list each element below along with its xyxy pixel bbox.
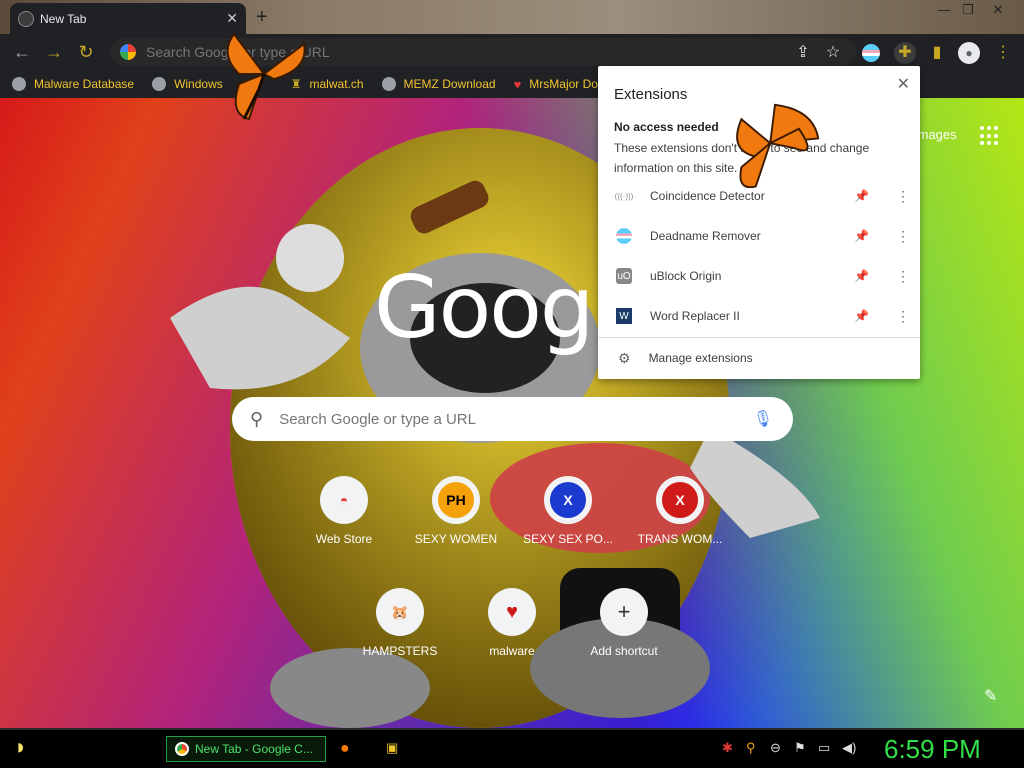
bookmark-memz-download[interactable]: MEMZ Download [381,77,496,91]
word-replacer-icon: W [616,308,632,324]
butterfly-icon [736,103,820,189]
extension-row-ublock-origin[interactable]: uO uBlock Origin 📌 ⋮ [598,256,920,296]
google-apps-grid-icon[interactable] [980,126,1000,146]
bookmark-star-icon[interactable]: ☆ [822,42,844,64]
heart-icon: ♥ [488,588,536,636]
shortcut-sexy-women[interactable]: PH SEXY WOMEN [401,476,511,546]
magnifier-tray-icon[interactable]: ⚲ [746,740,756,756]
back-button[interactable]: ← [6,36,38,68]
tab-title: New Tab [40,11,87,26]
title-bar: New Tab ✕ + — ❐ ✕ [0,0,1024,34]
close-icon[interactable]: ✕ [897,74,910,94]
shortcut-malware[interactable]: ♥ malware [457,588,567,658]
heart-icon: ♥ [513,76,522,92]
menu-kebab-icon[interactable]: ⋮ [992,42,1014,64]
profile-avatar-icon[interactable]: ● [958,42,980,64]
pin-icon[interactable]: 📌 [854,309,869,323]
tab-favicon-icon [18,10,34,27]
start-button[interactable]: ◗ [14,734,48,759]
status-tray-icon[interactable]: ⊖ [770,740,781,756]
x-red-icon: X [656,476,704,524]
butterfly-icon [226,32,306,121]
search-box[interactable]: ⚲ 🎙 [232,397,793,441]
pin-icon[interactable]: 📌 [854,189,869,203]
deadname-remover-icon: ≡ [616,228,632,244]
tab-new-tab[interactable]: New Tab ✕ [10,3,246,34]
customize-pencil-icon[interactable]: ✎ [984,686,997,706]
taskbar: ◗ New Tab - Google C... ● ▣ ✱ ⚲ ⊖ ⚑ ▭ ◀)… [0,728,1024,768]
add-shortcut-button[interactable]: + Add shortcut [569,588,679,658]
coincidence-detector-icon: (((·))) [614,191,634,201]
clock[interactable]: 6:59 PM [884,734,981,765]
globe-icon [12,77,26,91]
taskbar-item-chrome[interactable]: New Tab - Google C... [166,736,326,762]
extension-row-deadname-remover[interactable]: ≡ Deadname Remover 📌 ⋮ [598,216,920,256]
volume-tray-icon[interactable]: ◀) [842,740,856,756]
maximize-button[interactable]: ❐ [956,2,980,20]
side-panel-icon[interactable]: ▮ [926,42,948,64]
google-icon [120,44,136,60]
reload-button[interactable]: ↻ [70,36,102,68]
web-store-icon: ◓ [320,476,368,524]
close-window-button[interactable]: ✕ [986,2,1010,20]
shortcut-sexy-sex-po[interactable]: X SEXY SEX PO... [513,476,623,546]
browser-toolbar: ← → ↻ ⇪ ☆ ✚ ▮ ● ⋮ [0,34,1024,70]
more-options-icon[interactable]: ⋮ [896,268,910,285]
chrome-icon [175,742,189,756]
shortcut-hampsters[interactable]: 🐹 HAMPSTERS [345,588,455,658]
network-tray-icon[interactable]: ▭ [818,740,830,756]
gear-icon: ⚙ [618,349,631,366]
shortcut-trans-wom[interactable]: X TRANS WOM... [625,476,735,546]
pin-icon[interactable]: 📌 [854,269,869,283]
more-options-icon[interactable]: ⋮ [896,308,910,325]
extensions-popup-title: Extensions [614,86,688,103]
forward-button[interactable]: → [38,36,70,68]
bookmark-mrsmajor[interactable]: ♥ MrsMajor Dow [514,77,607,92]
minimize-button[interactable]: — [932,2,956,20]
ph-logo-icon: PH [432,476,480,524]
microphone-icon[interactable]: 🎙 [753,409,773,429]
extension-row-word-replacer[interactable]: W Word Replacer II 📌 ⋮ [598,296,920,336]
ublock-origin-icon: uO [616,268,632,284]
hamster-icon: 🐹 [376,588,424,636]
butterfly-tray-icon[interactable]: ✱ [722,740,733,756]
shortcut-web-store[interactable]: ◓ Web Store [289,476,399,546]
no-access-heading: No access needed [614,120,719,134]
google-logo: Googl [374,258,616,358]
flag-tray-icon[interactable]: ⚑ [794,740,806,756]
manage-extensions-button[interactable]: ⚙ Manage extensions [598,338,920,378]
pin-icon-active[interactable]: 📌 [854,229,869,243]
trans-flag-extension-icon[interactable] [862,44,880,62]
plus-icon: + [600,588,648,636]
more-options-icon[interactable]: ⋮ [896,228,910,245]
more-options-icon[interactable]: ⋮ [896,188,910,205]
firefox-icon[interactable]: ● [340,740,350,758]
x-blue-icon: X [544,476,592,524]
images-link[interactable]: Images [914,127,957,142]
share-icon[interactable]: ⇪ [792,42,814,64]
search-icon: ⚲ [250,408,264,429]
bookmark-windows[interactable]: Windows [152,77,223,91]
globe-icon [152,77,167,91]
extensions-puzzle-icon[interactable]: ✚ [894,42,916,64]
folder-icon[interactable]: ▣ [386,740,398,756]
globe-icon [381,77,396,91]
bookmark-malware-database[interactable]: Malware Database [12,77,134,91]
search-input[interactable] [279,410,740,428]
